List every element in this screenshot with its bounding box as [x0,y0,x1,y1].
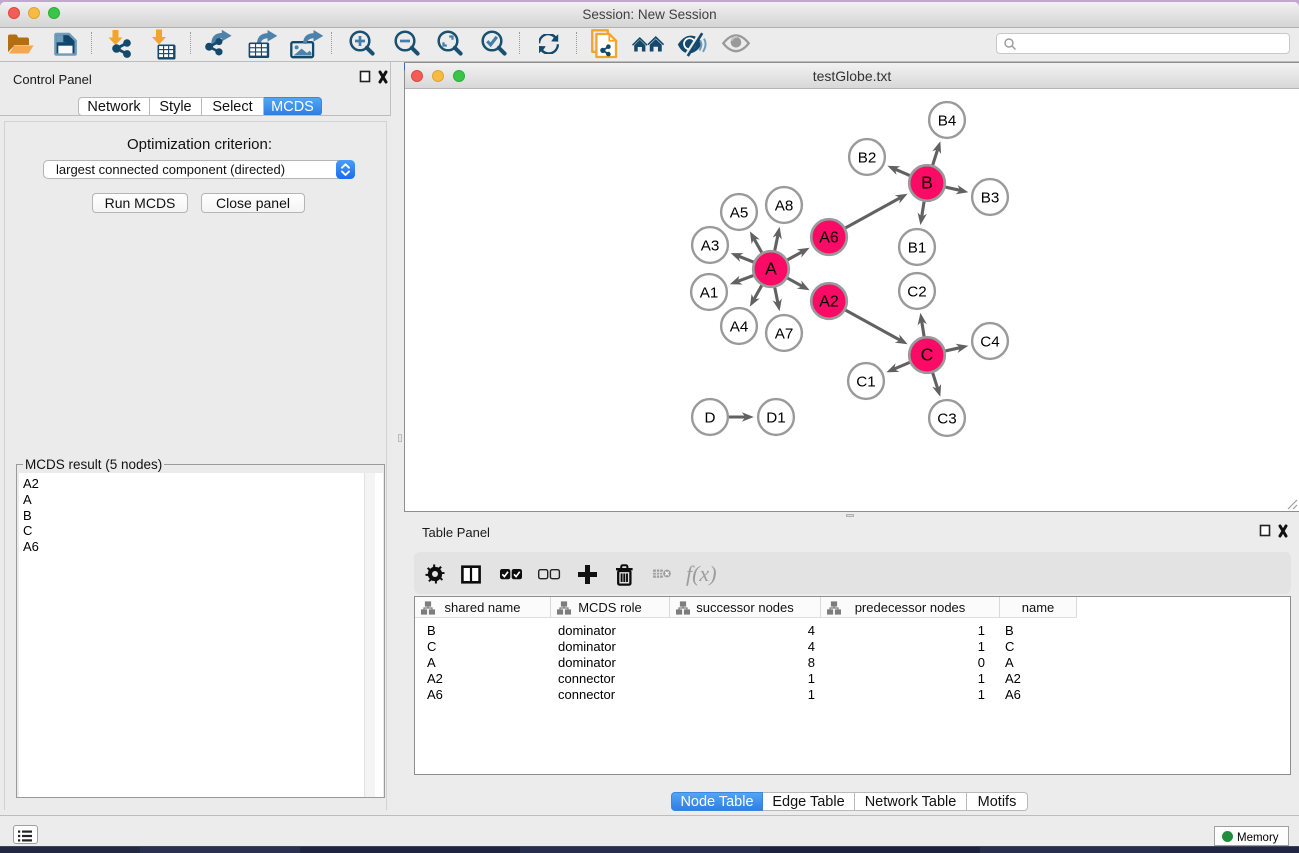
svg-text:B4: B4 [938,113,957,130]
svg-text:A3: A3 [701,238,720,255]
svg-text:B: B [921,173,933,193]
svg-text:C1: C1 [856,374,875,391]
svg-text:D1: D1 [766,410,785,427]
svg-text:C4: C4 [980,334,999,351]
svg-text:D: D [705,410,716,427]
svg-text:B1: B1 [908,240,927,257]
svg-text:A5: A5 [730,205,749,222]
svg-text:C2: C2 [907,284,926,301]
svg-text:C3: C3 [937,411,956,428]
svg-text:f(x): f(x) [686,561,717,586]
svg-text:A4: A4 [730,319,749,336]
svg-text:B3: B3 [981,190,1000,207]
svg-text:A2: A2 [819,294,839,311]
svg-text:B2: B2 [858,150,877,167]
svg-text:C: C [921,345,934,365]
svg-text:A6: A6 [819,230,839,247]
svg-text:A8: A8 [775,198,794,215]
svg-text:A1: A1 [700,285,719,302]
svg-text:A7: A7 [775,326,794,343]
svg-text:A: A [765,259,777,279]
